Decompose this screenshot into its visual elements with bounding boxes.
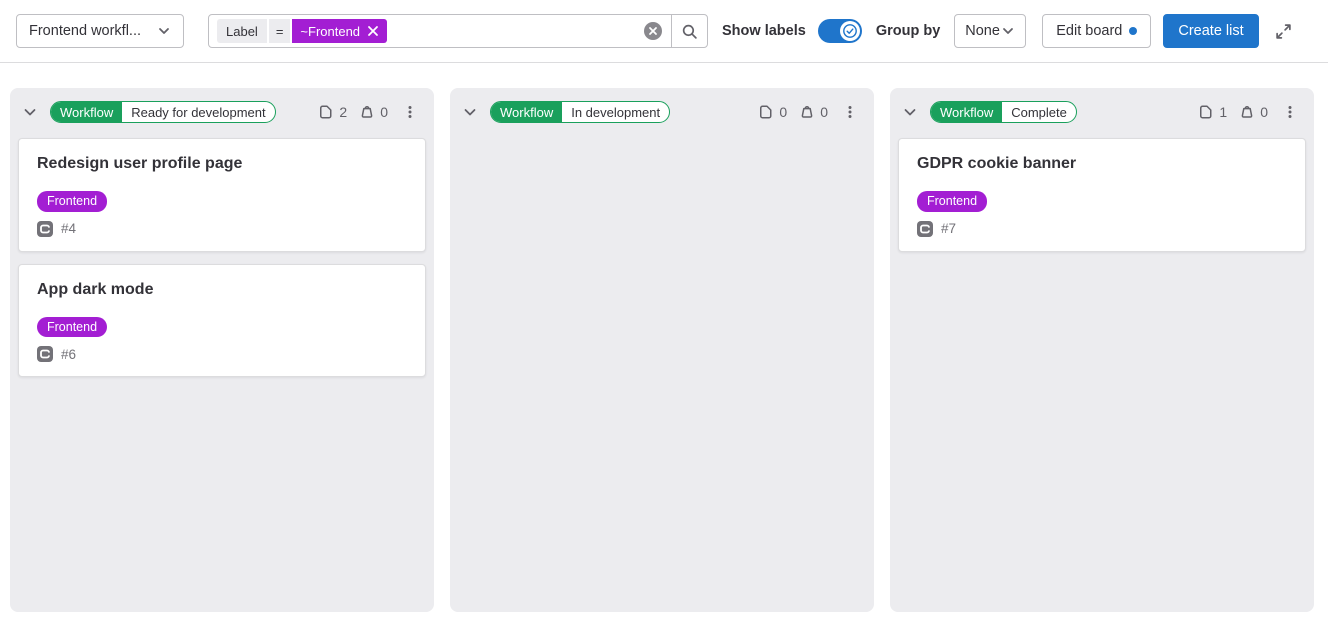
chevron-down-icon [462,104,478,120]
board-column: Workflow Complete 1 0 GDPR cookie banner… [890,88,1314,612]
expand-board-button[interactable] [1271,19,1296,44]
search-icon [681,23,698,40]
issue-card-footer: #6 [37,346,407,362]
expand-icon [1275,23,1292,40]
column-card-list: GDPR cookie banner Frontend #7 [890,136,1314,260]
issue-count: 2 [318,104,347,120]
board-switcher-label: Frontend workfl... [29,23,141,39]
remove-token-icon[interactable] [367,25,379,37]
clear-search-button[interactable] [635,15,671,47]
board-column: Workflow In development 0 0 [450,88,874,612]
weight-count: 0 [1239,104,1268,120]
scoped-label-value: Complete [1002,102,1076,122]
issues-icon [318,104,334,120]
toggle-knob [840,21,860,41]
column-menu-button[interactable] [838,100,862,124]
filter-token-value-text: ~Frontend [300,24,360,39]
issue-reference: #7 [941,221,956,236]
column-scoped-label: Workflow Complete [930,101,1077,123]
column-card-list: Redesign user profile page Frontend #4 A… [10,136,434,385]
scoped-label-key: Workflow [931,102,1002,122]
issue-card[interactable]: App dark mode Frontend #6 [18,264,426,378]
scoped-label-key: Workflow [491,102,562,122]
edit-board-button[interactable]: Edit board [1042,14,1151,48]
search-button[interactable] [671,15,707,47]
edit-board-label: Edit board [1056,23,1122,39]
issue-card-footer: #4 [37,221,407,237]
issue-count-number: 2 [339,104,347,120]
issue-card[interactable]: GDPR cookie banner Frontend #7 [898,138,1306,252]
check-icon [842,23,858,39]
filter-token[interactable]: Label = ~Frontend [209,19,635,43]
issue-count-number: 0 [779,104,787,120]
column-header: Workflow In development 0 0 [450,88,874,136]
column-menu-button[interactable] [1278,100,1302,124]
scoped-label-value: In development [562,102,669,122]
scoped-label-key: Workflow [51,102,122,122]
weight-icon [799,104,815,120]
column-header: Workflow Ready for development 2 0 [10,88,434,136]
issue-labels: Frontend [917,191,1287,212]
label-pill[interactable]: Frontend [917,191,987,212]
board-column: Workflow Ready for development 2 0 Redes… [10,88,434,612]
kebab-icon [1282,104,1298,120]
issue-type-icon [917,221,933,237]
group-by-dropdown[interactable]: None [954,14,1026,48]
weight-count-number: 0 [1260,104,1268,120]
kebab-icon [402,104,418,120]
collapse-column-button[interactable] [458,100,482,124]
issue-labels: Frontend [37,191,407,212]
chevron-down-icon [157,24,171,38]
column-scoped-label: Workflow Ready for development [50,101,276,123]
filter-token-field: Label [217,19,267,43]
filter-bar[interactable]: Label = ~Frontend [208,14,708,48]
show-labels-label: Show labels [722,23,806,39]
column-card-list [450,136,874,146]
chevron-down-icon [1001,24,1015,38]
issue-count: 1 [1198,104,1227,120]
column-header: Workflow Complete 1 0 [890,88,1314,136]
weight-count: 0 [799,104,828,120]
collapse-column-button[interactable] [18,100,42,124]
issue-labels: Frontend [37,317,407,338]
weight-count-number: 0 [820,104,828,120]
issue-count-number: 1 [1219,104,1227,120]
chevron-down-icon [22,104,38,120]
weight-icon [359,104,375,120]
issue-count: 0 [758,104,787,120]
board-switcher-dropdown[interactable]: Frontend workfl... [16,14,184,48]
board-toolbar: Frontend workfl... Label = ~Frontend Sho… [0,0,1328,63]
group-by-value: None [965,23,1000,39]
issue-reference: #4 [61,221,76,236]
clear-icon [643,21,663,41]
label-pill[interactable]: Frontend [37,191,107,212]
weight-count-number: 0 [380,104,388,120]
column-scoped-label: Workflow In development [490,101,670,123]
filter-token-value[interactable]: ~Frontend [292,19,387,43]
issues-icon [1198,104,1214,120]
issue-board: Workflow Ready for development 2 0 Redes… [0,63,1328,612]
issue-card-footer: #7 [917,221,1287,237]
scoped-label-value: Ready for development [122,102,274,122]
filter-token-operator: = [269,19,291,43]
show-labels-toggle[interactable] [818,19,862,43]
create-list-button[interactable]: Create list [1163,14,1258,48]
collapse-column-button[interactable] [898,100,922,124]
chevron-down-icon [902,104,918,120]
issues-icon [758,104,774,120]
label-pill[interactable]: Frontend [37,317,107,338]
issue-card[interactable]: Redesign user profile page Frontend #4 [18,138,426,252]
issue-reference: #6 [61,347,76,362]
issue-title[interactable]: Redesign user profile page [37,154,407,174]
weight-count: 0 [359,104,388,120]
kebab-icon [842,104,858,120]
issue-type-icon [37,346,53,362]
weight-icon [1239,104,1255,120]
issue-type-icon [37,221,53,237]
column-menu-button[interactable] [398,100,422,124]
issue-title[interactable]: App dark mode [37,280,407,300]
group-by-label: Group by [876,23,940,39]
issue-title[interactable]: GDPR cookie banner [917,154,1287,174]
active-filter-dot [1129,27,1137,35]
